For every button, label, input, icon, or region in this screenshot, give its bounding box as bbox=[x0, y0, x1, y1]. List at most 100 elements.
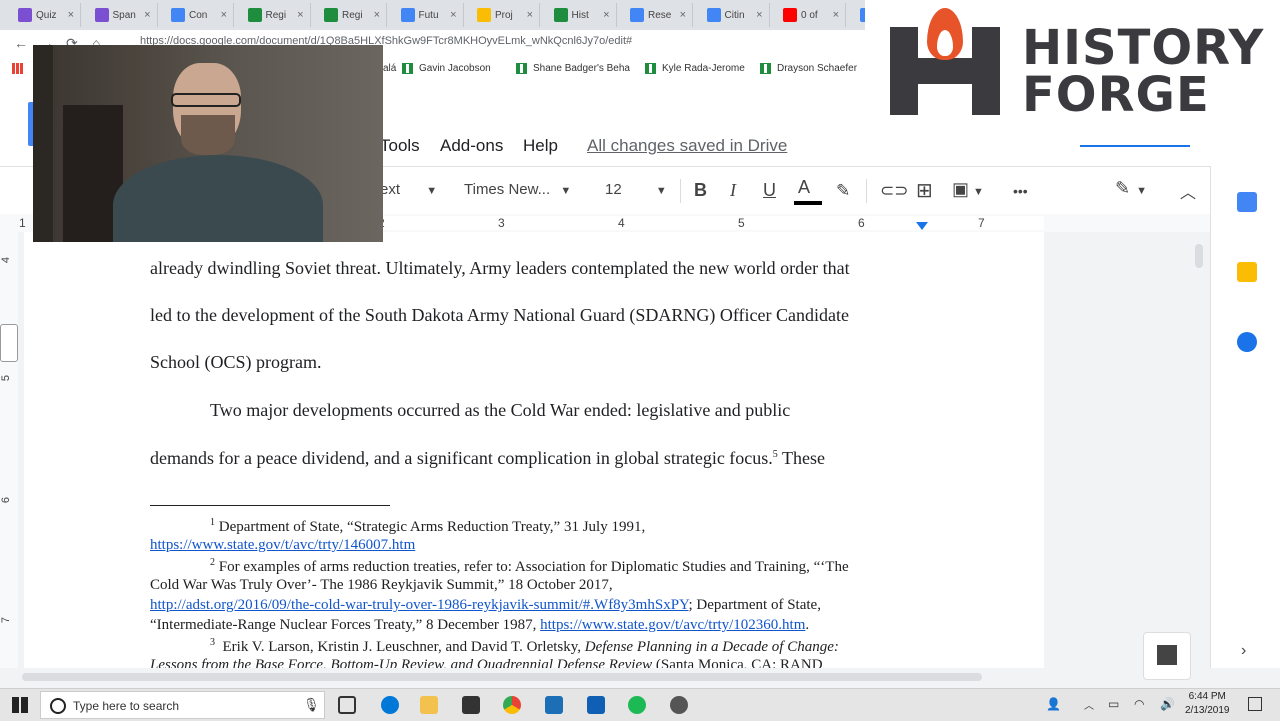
insert-comment-icon[interactable]: ⊞ bbox=[916, 178, 933, 203]
browser-tab[interactable]: Regi × bbox=[238, 3, 311, 27]
obs-icon[interactable] bbox=[670, 696, 688, 714]
hide-menus-icon[interactable]: ︿ bbox=[1180, 179, 1196, 203]
wifi-icon[interactable]: ◠ bbox=[1134, 697, 1144, 711]
history-forge-logo: HISTORY FORGE bbox=[865, 0, 1280, 145]
footnote-1: 1 Department of State, “Strategic Arms R… bbox=[210, 517, 646, 535]
browser-tab[interactable]: Rese × bbox=[620, 3, 693, 27]
italic-button[interactable]: I bbox=[730, 180, 736, 201]
bookmark-item[interactable]: Kyle Rada-Jerome bbox=[645, 63, 745, 74]
footnote-link[interactable]: http://adst.org/2016/09/the-cold-war-tru… bbox=[150, 597, 689, 613]
close-icon[interactable]: × bbox=[680, 9, 686, 21]
windows-start-icon[interactable] bbox=[12, 697, 28, 713]
system-clock[interactable]: 6:44 PM 2/13/2019 bbox=[1185, 690, 1230, 718]
close-icon[interactable]: × bbox=[756, 9, 762, 21]
chevron-down-icon: ▼ bbox=[655, 185, 667, 197]
close-icon[interactable]: × bbox=[221, 9, 227, 21]
keep-icon[interactable] bbox=[1237, 262, 1257, 282]
vertical-scrollbar-thumb[interactable] bbox=[1195, 244, 1203, 268]
browser-tab[interactable]: Futu × bbox=[391, 3, 464, 27]
document-area: already dwindling Soviet threat. Ultimat… bbox=[18, 232, 1210, 668]
tab-favicon-icon bbox=[783, 8, 797, 22]
footnote-ref[interactable]: 5 bbox=[773, 449, 778, 460]
color-swatch bbox=[794, 201, 822, 205]
browser-tab[interactable]: Proj × bbox=[467, 3, 540, 27]
chevron-down-icon: ▼ bbox=[426, 185, 438, 197]
menu-help[interactable]: Help bbox=[523, 136, 558, 156]
taskbar-search-input[interactable]: Type here to search 🎙 bbox=[40, 691, 325, 719]
file-explorer-icon[interactable] bbox=[420, 696, 438, 714]
task-view-icon[interactable] bbox=[338, 696, 356, 714]
right-indent-marker[interactable] bbox=[916, 222, 928, 230]
bold-button[interactable]: B bbox=[694, 180, 707, 201]
volume-icon[interactable]: 🔊 bbox=[1160, 697, 1175, 711]
horizontal-scrollbar-thumb[interactable] bbox=[22, 673, 982, 681]
bookmark-item[interactable]: Drayson Schaefer bbox=[760, 63, 857, 74]
close-icon[interactable]: × bbox=[297, 9, 303, 21]
bookmark-item[interactable]: Gavin Jacobson bbox=[402, 63, 491, 74]
browser-tab[interactable]: Regi × bbox=[314, 3, 387, 27]
font-select[interactable]: Times New... ▼ bbox=[464, 181, 571, 198]
back-icon[interactable]: ← bbox=[14, 35, 28, 51]
ruler-number: 1 bbox=[19, 216, 26, 230]
browser-tab[interactable]: Citin × bbox=[697, 3, 770, 27]
editing-mode-icon[interactable]: ✎ ▼ bbox=[1115, 178, 1147, 199]
more-button[interactable]: ••• bbox=[1013, 183, 1028, 199]
bookmark-item[interactable]: Shane Badger's Beha bbox=[516, 63, 630, 74]
spotify-icon[interactable] bbox=[628, 696, 646, 714]
font-size-select[interactable]: 12 ▼ bbox=[605, 181, 667, 198]
style-select[interactable]: ext ▼ bbox=[380, 181, 437, 198]
store-icon[interactable] bbox=[462, 696, 480, 714]
app-icon[interactable] bbox=[545, 696, 563, 714]
close-icon[interactable]: × bbox=[603, 9, 609, 21]
sheets-icon bbox=[516, 63, 527, 74]
close-icon[interactable]: × bbox=[374, 9, 380, 21]
apps-icon[interactable] bbox=[12, 63, 23, 74]
close-icon[interactable]: × bbox=[833, 9, 839, 21]
chevron-up-icon[interactable]: ︿ bbox=[1084, 697, 1094, 712]
browser-tab[interactable]: Span × bbox=[85, 3, 158, 27]
ruler-number: 7 bbox=[978, 216, 985, 230]
tab-label: Citin bbox=[724, 9, 745, 21]
bookmark-item[interactable]: alá bbox=[383, 63, 396, 74]
footnote-2: 2 For examples of arms reduction treatie… bbox=[210, 557, 849, 575]
notifications-icon[interactable] bbox=[1248, 697, 1262, 711]
outlook-icon[interactable] bbox=[587, 696, 605, 714]
underline-button[interactable]: U bbox=[763, 180, 776, 201]
browser-tab[interactable]: Hist × bbox=[544, 3, 617, 27]
document-page[interactable]: already dwindling Soviet threat. Ultimat… bbox=[24, 232, 1044, 668]
body-line: already dwindling Soviet threat. Ultimat… bbox=[150, 258, 850, 278]
browser-tab[interactable]: 0 of × bbox=[773, 3, 846, 27]
close-icon[interactable]: × bbox=[527, 9, 533, 21]
edge-icon[interactable] bbox=[381, 696, 399, 714]
save-status-link[interactable]: All changes saved in Drive bbox=[587, 136, 787, 156]
highlight-icon[interactable]: ✎ bbox=[836, 181, 850, 201]
microphone-icon[interactable]: 🎙 bbox=[303, 697, 320, 713]
windows-taskbar: Type here to search 🎙 👤 ︿ ▭ ◠ 🔊 6:44 PM … bbox=[0, 688, 1280, 721]
webcam-overlay bbox=[33, 45, 383, 242]
browser-tab[interactable]: Con × bbox=[161, 3, 234, 27]
chevron-right-icon[interactable]: › bbox=[1241, 642, 1246, 660]
tasks-icon[interactable] bbox=[1237, 332, 1257, 352]
people-icon[interactable]: 👤 bbox=[1046, 697, 1061, 711]
link-icon[interactable]: ⊂⊃ bbox=[880, 181, 909, 201]
explore-button[interactable] bbox=[1143, 632, 1191, 680]
close-icon[interactable]: × bbox=[68, 9, 74, 21]
insert-image-icon[interactable]: ▣ ▼ bbox=[952, 179, 984, 200]
browser-tab[interactable]: Quiz × bbox=[8, 3, 81, 27]
text-color-button[interactable]: A bbox=[794, 177, 822, 205]
menu-tools[interactable]: Tools bbox=[380, 136, 420, 156]
chrome-icon[interactable] bbox=[503, 696, 521, 714]
close-icon[interactable]: × bbox=[450, 9, 456, 21]
vertical-ruler: 4 5 6 7 bbox=[0, 232, 19, 668]
horizontal-scrollbar[interactable] bbox=[18, 668, 1210, 686]
browser-tab-strip: Quiz × Span × Con × Regi × Regi × Futu × Proj × Hist × R… bbox=[0, 0, 923, 30]
calendar-icon[interactable] bbox=[1237, 192, 1257, 212]
footnote-link[interactable]: https://www.state.gov/t/avc/trty/146007.… bbox=[150, 537, 415, 554]
menu-addons[interactable]: Add-ons bbox=[440, 136, 503, 156]
close-icon[interactable]: × bbox=[144, 9, 150, 21]
sheets-icon bbox=[760, 63, 771, 74]
tab-favicon-icon bbox=[553, 8, 568, 22]
outline-toggle-handle[interactable] bbox=[0, 324, 18, 362]
footnote-link[interactable]: https://www.state.gov/t/avc/trty/102360.… bbox=[540, 617, 805, 633]
battery-icon[interactable]: ▭ bbox=[1108, 697, 1119, 711]
